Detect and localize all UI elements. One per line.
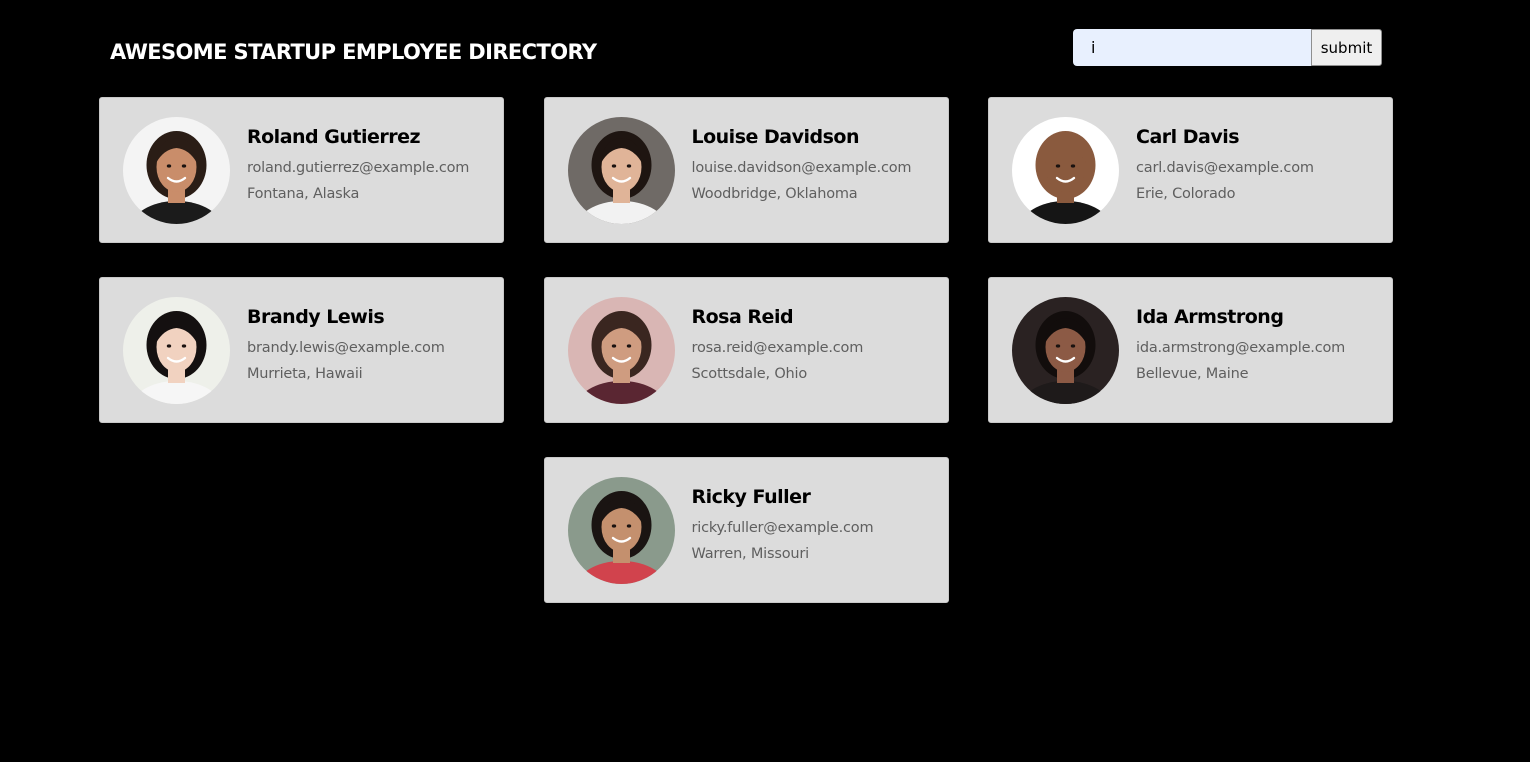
employee-avatar	[1012, 296, 1119, 404]
employee-info: Ida Armstrong ida.armstrong@example.com …	[1136, 305, 1345, 387]
avatar-photo	[1012, 296, 1119, 404]
employee-info: Louise Davidson louise.davidson@example.…	[692, 125, 912, 207]
employee-name: Rosa Reid	[691, 306, 794, 328]
employee-avatar	[567, 476, 675, 584]
employee-info: Brandy Lewis brandy.lewis@example.com Mu…	[247, 305, 445, 387]
employee-email: ida.armstrong@example.com	[1136, 340, 1346, 356]
avatar-photo	[567, 476, 675, 584]
employee-info: Rosa Reid rosa.reid@example.com Scottsda…	[692, 305, 864, 387]
employee-gallery: Roland Gutierrez roland.gutierrez@exampl…	[99, 97, 1393, 603]
employee-location: Scottsdale, Ohio	[691, 366, 808, 382]
page-title: AWESOME STARTUP EMPLOYEE DIRECTORY	[110, 40, 597, 64]
employee-card[interactable]: Rosa Reid rosa.reid@example.com Scottsda…	[543, 277, 949, 423]
employee-email: louise.davidson@example.com	[691, 160, 912, 176]
employee-avatar	[567, 116, 675, 224]
employee-card[interactable]: Louise Davidson louise.davidson@example.…	[543, 97, 949, 243]
employee-card[interactable]: Carl Davis carl.davis@example.com Erie, …	[988, 97, 1393, 243]
employee-location: Murrieta, Hawaii	[247, 366, 363, 382]
employee-info: Roland Gutierrez roland.gutierrez@exampl…	[247, 125, 469, 207]
employee-email: brandy.lewis@example.com	[247, 340, 445, 356]
avatar-photo	[123, 116, 230, 224]
search-form: submit	[1073, 29, 1382, 66]
page: AWESOME STARTUP EMPLOYEE DIRECTORY submi…	[0, 0, 1530, 762]
employee-info: Carl Davis carl.davis@example.com Erie, …	[1136, 125, 1314, 207]
employee-avatar	[123, 116, 230, 224]
employee-email: ricky.fuller@example.com	[691, 520, 874, 536]
employee-location: Fontana, Alaska	[247, 186, 360, 202]
employee-card[interactable]: Ida Armstrong ida.armstrong@example.com …	[988, 277, 1393, 423]
submit-button[interactable]: submit	[1311, 29, 1382, 66]
avatar-photo	[123, 296, 230, 404]
employee-location: Woodbridge, Oklahoma	[691, 186, 858, 202]
employee-name: Louise Davidson	[691, 126, 860, 148]
employee-card[interactable]: Brandy Lewis brandy.lewis@example.com Mu…	[99, 277, 504, 423]
employee-email: roland.gutierrez@example.com	[247, 160, 470, 176]
employee-avatar	[1012, 116, 1119, 224]
search-input[interactable]	[1073, 29, 1311, 66]
employee-card[interactable]: Ricky Fuller ricky.fuller@example.com Wa…	[543, 457, 949, 603]
employee-name: Carl Davis	[1136, 126, 1240, 148]
employee-email: rosa.reid@example.com	[691, 340, 864, 356]
employee-location: Warren, Missouri	[691, 546, 810, 562]
employee-avatar	[123, 296, 230, 404]
employee-avatar	[567, 296, 675, 404]
employee-location: Bellevue, Maine	[1136, 366, 1249, 382]
avatar-photo	[567, 296, 675, 404]
employee-name: Ricky Fuller	[691, 486, 811, 508]
employee-info: Ricky Fuller ricky.fuller@example.com Wa…	[692, 485, 874, 567]
employee-name: Ida Armstrong	[1136, 306, 1284, 328]
employee-location: Erie, Colorado	[1136, 186, 1236, 202]
employee-name: Brandy Lewis	[247, 306, 385, 328]
employee-name: Roland Gutierrez	[247, 126, 421, 148]
employee-card[interactable]: Roland Gutierrez roland.gutierrez@exampl…	[99, 97, 504, 243]
avatar-photo	[1012, 116, 1119, 224]
employee-email: carl.davis@example.com	[1136, 160, 1314, 176]
avatar-photo	[567, 116, 675, 224]
